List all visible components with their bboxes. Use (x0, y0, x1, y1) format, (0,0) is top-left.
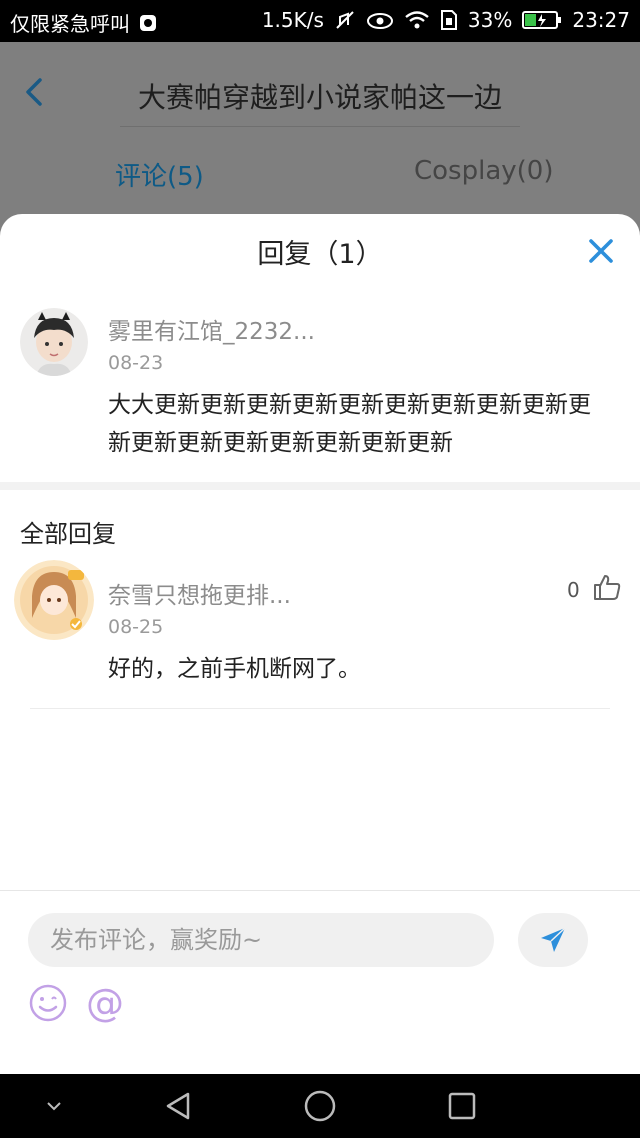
row-divider (30, 708, 610, 709)
comment-username[interactable]: 雾里有江馆_2232... (108, 312, 315, 346)
sheet-title: 回复（1） (257, 239, 383, 270)
like-count: 0 (567, 578, 580, 602)
wifi-icon (404, 10, 430, 30)
divider (120, 126, 520, 127)
send-button[interactable] (518, 913, 588, 967)
close-icon (589, 239, 613, 263)
reply-text: 好的，之前手机断网了。 (108, 656, 361, 682)
circle-home-icon (304, 1090, 336, 1122)
avatar[interactable] (14, 560, 94, 640)
chevron-down-icon (47, 1102, 61, 1111)
battery-percent: 33% (467, 8, 513, 32)
eye-icon (366, 10, 394, 30)
clock: 23:27 (572, 8, 630, 32)
tab-cosplay[interactable]: Cosplay(0) (414, 156, 553, 186)
section-separator (0, 482, 640, 490)
sim-icon (440, 9, 458, 31)
nav-recents-button[interactable] (444, 1088, 480, 1124)
page-title: 大赛帕穿越到小说家帕这一边 (137, 81, 502, 114)
tab-comments[interactable]: 评论(5) (115, 156, 204, 193)
mute-icon (334, 9, 356, 31)
comment-text: 大大更新更新更新更新更新更新更新更新更新更新更新更新更新更新更新更新更新 (108, 392, 591, 456)
thumbs-up-icon (594, 575, 621, 600)
emoji-button[interactable] (28, 983, 68, 1023)
background-page: 大赛帕穿越到小说家帕这一边 评论(5) Cosplay(0) (0, 42, 640, 242)
close-button[interactable] (586, 236, 616, 266)
comment-date: 08-23 (108, 352, 164, 374)
network-speed: 1.5K/s (261, 8, 324, 32)
notification-icon (138, 13, 158, 33)
section-title: 全部回复 (20, 520, 116, 548)
comment-composer: @ (0, 890, 640, 1074)
nav-back-button[interactable] (160, 1088, 196, 1124)
hide-keyboard-button[interactable] (36, 1088, 72, 1124)
battery-icon (522, 10, 562, 30)
carrier-text: 仅限紧急呼叫 (10, 12, 130, 36)
nav-home-button[interactable] (302, 1088, 338, 1124)
navigation-bar (0, 1074, 640, 1138)
status-bar: 仅限紧急呼叫 1.5K/s 33% 23:27 (0, 0, 640, 42)
reply-username[interactable]: 奈雪只想拖更排... (108, 576, 291, 610)
reply-date: 08-25 (108, 616, 164, 638)
triangle-back-icon (166, 1092, 190, 1120)
send-icon (541, 927, 566, 952)
mention-button[interactable]: @ (86, 981, 124, 1025)
comment-input[interactable] (28, 913, 494, 967)
avatar[interactable] (20, 308, 88, 376)
square-recents-icon (448, 1092, 476, 1120)
like-button[interactable] (592, 572, 622, 602)
emoji-icon (29, 984, 67, 1022)
